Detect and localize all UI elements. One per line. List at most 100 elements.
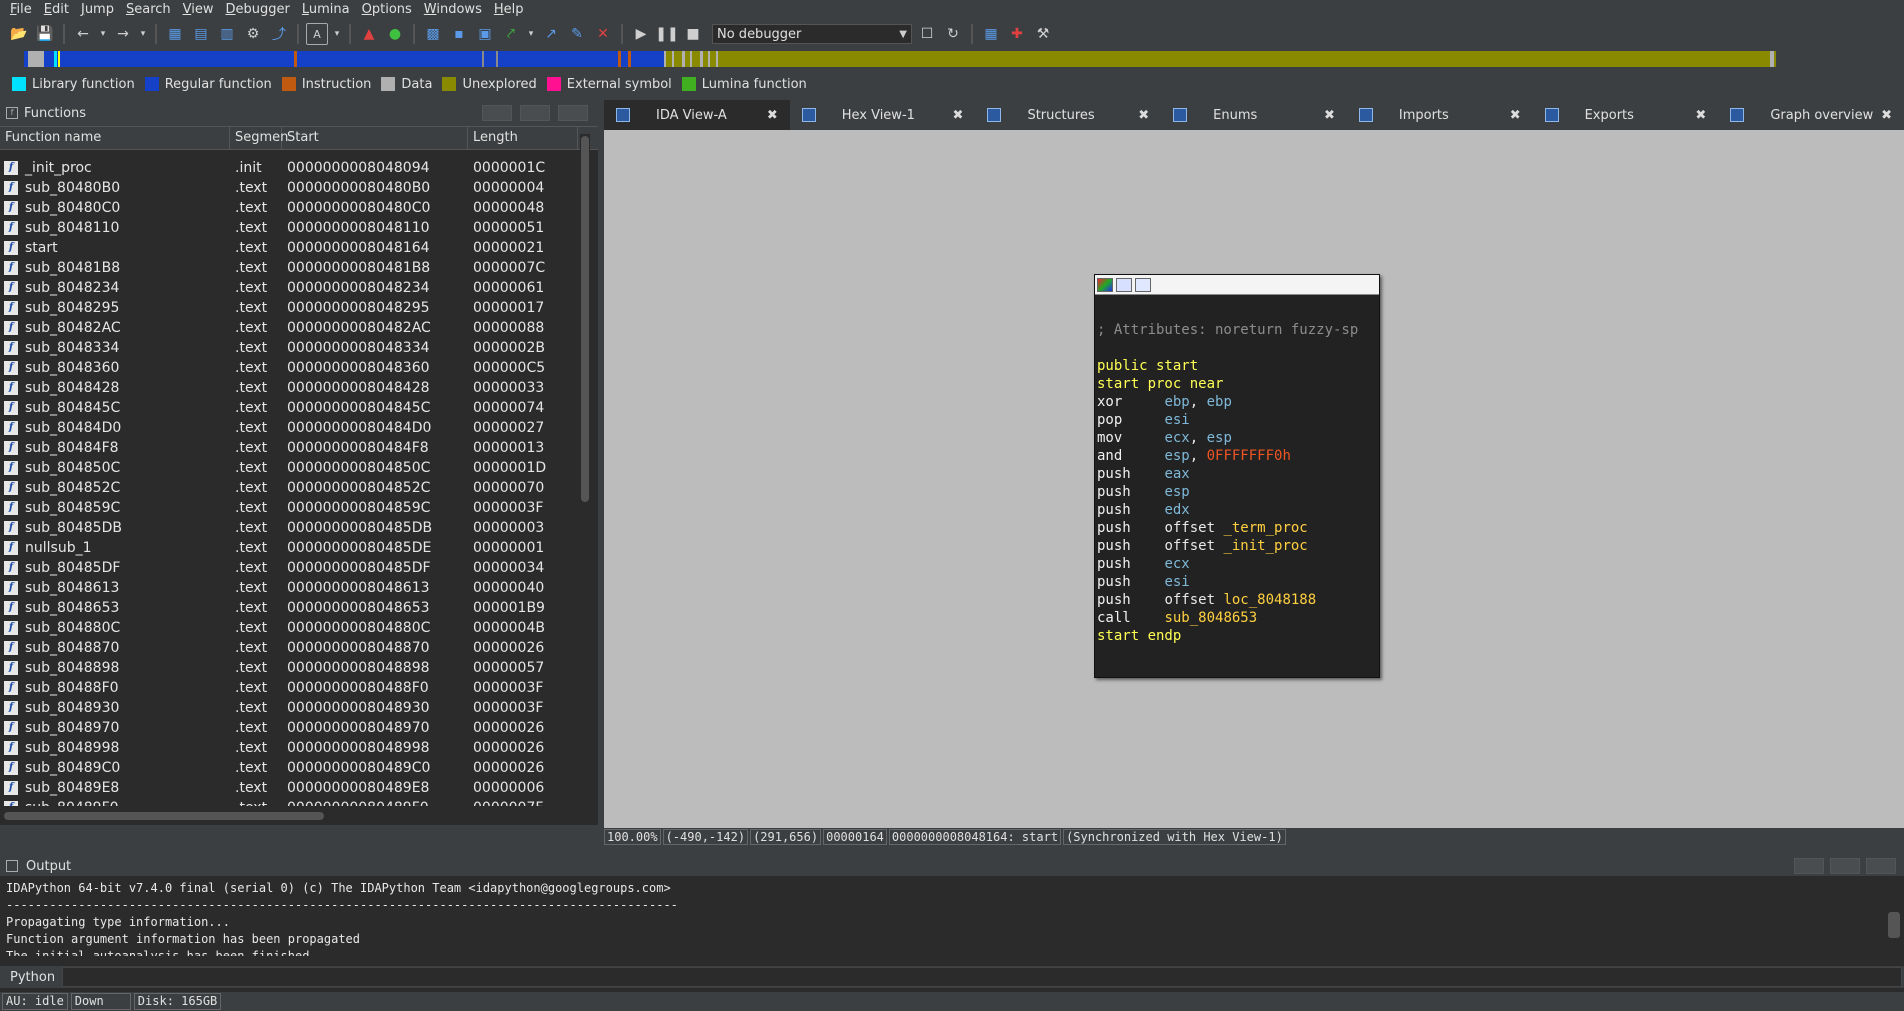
function-row[interactable]: f sub_8048870 .text 0000000008048870 0000002…	[0, 638, 580, 658]
forward-dropdown-icon[interactable]: ▾	[138, 23, 148, 45]
function-row[interactable]: f sub_804859C .text 000000000804859C 0000003…	[0, 498, 580, 518]
string-type-icon[interactable]: A	[306, 23, 328, 45]
panel-maximize-button[interactable]	[1866, 858, 1896, 874]
function-row[interactable]: f _init_proc .init 0000000008048094 0000001C	[0, 158, 580, 178]
disassembly-listing[interactable]: ; Attributes: noreturn fuzzy-sp public st…	[1095, 295, 1379, 653]
function-row[interactable]: f sub_8048334 .text 0000000008048334 0000002…	[0, 338, 580, 358]
function-row[interactable]: f sub_80485DF .text 00000000080485DF 0000003…	[0, 558, 580, 578]
tab-hex-view-1[interactable]: Hex View-1 ✖	[790, 100, 976, 130]
function-row[interactable]: f sub_8048998 .text 0000000008048998 0000002…	[0, 738, 580, 758]
column-header-length[interactable]: Length	[468, 127, 578, 149]
asm-line[interactable]	[1097, 303, 1377, 321]
menu-search[interactable]: Search	[120, 0, 177, 20]
add-breakpoint-icon[interactable]: ✚	[1006, 23, 1028, 45]
asm-line[interactable]: push ecx	[1097, 555, 1377, 573]
function-row[interactable]: f sub_8048930 .text 0000000008048930 0000003…	[0, 698, 580, 718]
node-collapse-icon[interactable]	[1116, 277, 1132, 292]
font-icon[interactable]: ▲	[358, 23, 380, 45]
graph-node-start[interactable]: ; Attributes: noreturn fuzzy-sp public st…	[1094, 274, 1380, 678]
close-icon[interactable]: ✖	[1138, 108, 1149, 123]
navigation-band[interactable]	[14, 51, 1890, 67]
functions-vertical-scrollbar[interactable]	[580, 134, 590, 806]
menu-options[interactable]: Options	[356, 0, 418, 20]
graph-layout-icon[interactable]: ▪	[448, 23, 470, 45]
function-row[interactable]: f sub_80489C0 .text 00000000080489C0 0000002…	[0, 758, 580, 778]
hammer-icon[interactable]: ⚒	[1032, 23, 1054, 45]
asm-line[interactable]: and esp, 0FFFFFFF0h	[1097, 447, 1377, 465]
close-icon[interactable]: ✖	[1881, 108, 1892, 123]
functions-horizontal-scrollbar[interactable]	[4, 811, 574, 821]
panel-float-button[interactable]	[520, 105, 550, 121]
close-icon[interactable]: ✖	[1324, 108, 1335, 123]
function-row[interactable]: f sub_804852C .text 000000000804852C 0000007…	[0, 478, 580, 498]
stop-icon[interactable]: ■	[682, 23, 704, 45]
column-header-segment[interactable]: Segmen	[230, 127, 288, 149]
menu-jump[interactable]: Jump	[75, 0, 120, 20]
pause-icon[interactable]: ❚❚	[655, 23, 678, 45]
tab-structures[interactable]: Structures ✖	[975, 100, 1161, 130]
code-icon[interactable]: ⤤	[500, 23, 522, 45]
breakpoints-icon[interactable]: ▦	[980, 23, 1002, 45]
function-row[interactable]: f sub_80480B0 .text 00000000080480B0 0000000…	[0, 178, 580, 198]
asm-line[interactable]: start proc near	[1097, 375, 1377, 393]
asm-line[interactable]: start endp	[1097, 627, 1377, 645]
menu-view[interactable]: View	[177, 0, 220, 20]
function-row[interactable]: f sub_80489E8 .text 00000000080489E8 0000000…	[0, 778, 580, 798]
code-dropdown-icon[interactable]: ▾	[526, 23, 536, 45]
function-row[interactable]: f sub_804850C .text 000000000804850C 0000001…	[0, 458, 580, 478]
asm-line[interactable]: push eax	[1097, 465, 1377, 483]
function-row[interactable]: f sub_80481B8 .text 00000000080481B8 0000007…	[0, 258, 580, 278]
menu-edit[interactable]: Edit	[38, 0, 75, 20]
refresh-icon[interactable]: ↻	[942, 23, 964, 45]
tab-enums[interactable]: Enums ✖	[1161, 100, 1347, 130]
panel-maximize-button[interactable]	[558, 105, 588, 121]
function-row[interactable]: f sub_8048360 .text 0000000008048360 000000C…	[0, 358, 580, 378]
function-row[interactable]: f sub_80484D0 .text 00000000080484D0 0000002…	[0, 418, 580, 438]
function-row[interactable]: f nullsub_1 .text 00000000080485DE 00000001	[0, 538, 580, 558]
menu-debugger[interactable]: Debugger	[220, 0, 296, 20]
function-row[interactable]: f sub_8048613 .text 0000000008048613 0000004…	[0, 578, 580, 598]
asm-line[interactable]: pop esi	[1097, 411, 1377, 429]
node-color-icon[interactable]	[1097, 277, 1113, 292]
back-dropdown-icon[interactable]: ▾	[98, 23, 108, 45]
function-row[interactable]: f sub_8048234 .text 0000000008048234 0000006…	[0, 278, 580, 298]
edit-icon[interactable]: ✎	[566, 23, 588, 45]
close-icon[interactable]: ✖	[1510, 108, 1521, 123]
function-row[interactable]: f sub_80488F0 .text 00000000080488F0 0000003…	[0, 678, 580, 698]
attach-process-icon[interactable]: ☐	[916, 23, 938, 45]
function-row[interactable]: f sub_8048295 .text 0000000008048295 0000001…	[0, 298, 580, 318]
asm-line[interactable]: xor ebp, ebp	[1097, 393, 1377, 411]
asm-line[interactable]: push esp	[1097, 483, 1377, 501]
asm-line[interactable]: push offset loc_8048188	[1097, 591, 1377, 609]
menu-file[interactable]: File	[4, 0, 38, 20]
close-icon[interactable]: ✖	[1695, 108, 1706, 123]
tab-imports[interactable]: Imports ✖	[1347, 100, 1533, 130]
asm-line[interactable]: push offset _term_proc	[1097, 519, 1377, 537]
function-row[interactable]: f sub_8048653 .text 0000000008048653 000001B…	[0, 598, 580, 618]
column-header-function-name[interactable]: Function name	[0, 127, 230, 149]
menu-help[interactable]: Help	[488, 0, 530, 20]
function-row[interactable]: f sub_80480C0 .text 00000000080480C0 0000004…	[0, 198, 580, 218]
function-row[interactable]: f sub_80489F0 .text00000000080489F00000007…	[0, 798, 580, 806]
panel-float-button[interactable]	[1830, 858, 1860, 874]
save-icon[interactable]: 💾	[34, 23, 56, 45]
asm-line[interactable]: push edx	[1097, 501, 1377, 519]
close-icon[interactable]: ✖	[953, 108, 964, 123]
asm-line[interactable]: public start	[1097, 357, 1377, 375]
asm-line[interactable]: mov ecx, esp	[1097, 429, 1377, 447]
tab-ida-view-a[interactable]: IDA View-A ✖	[604, 100, 790, 130]
output-log[interactable]: IDAPython 64-bit v7.4.0 final (serial 0)…	[0, 876, 1904, 956]
ida-view-graph[interactable]: ; Attributes: noreturn fuzzy-sp public st…	[604, 130, 1904, 828]
function-row[interactable]: f sub_80484F8 .text 00000000080484F8 0000001…	[0, 438, 580, 458]
forward-icon[interactable]: →	[112, 23, 134, 45]
asm-line[interactable]: push esi	[1097, 573, 1377, 591]
column-header-start[interactable]: Start	[282, 127, 468, 149]
delete-icon[interactable]: ✕	[592, 23, 614, 45]
back-icon[interactable]: ←	[72, 23, 94, 45]
jump-icon[interactable]: ⤴	[268, 23, 290, 45]
asm-line[interactable]	[1097, 339, 1377, 357]
panel-minimize-button[interactable]	[1794, 858, 1824, 874]
function-row[interactable]: f start .text 0000000008048164 00000021	[0, 238, 580, 258]
menu-lumina[interactable]: Lumina	[296, 0, 356, 20]
graph-icon[interactable]: ▩	[422, 23, 444, 45]
